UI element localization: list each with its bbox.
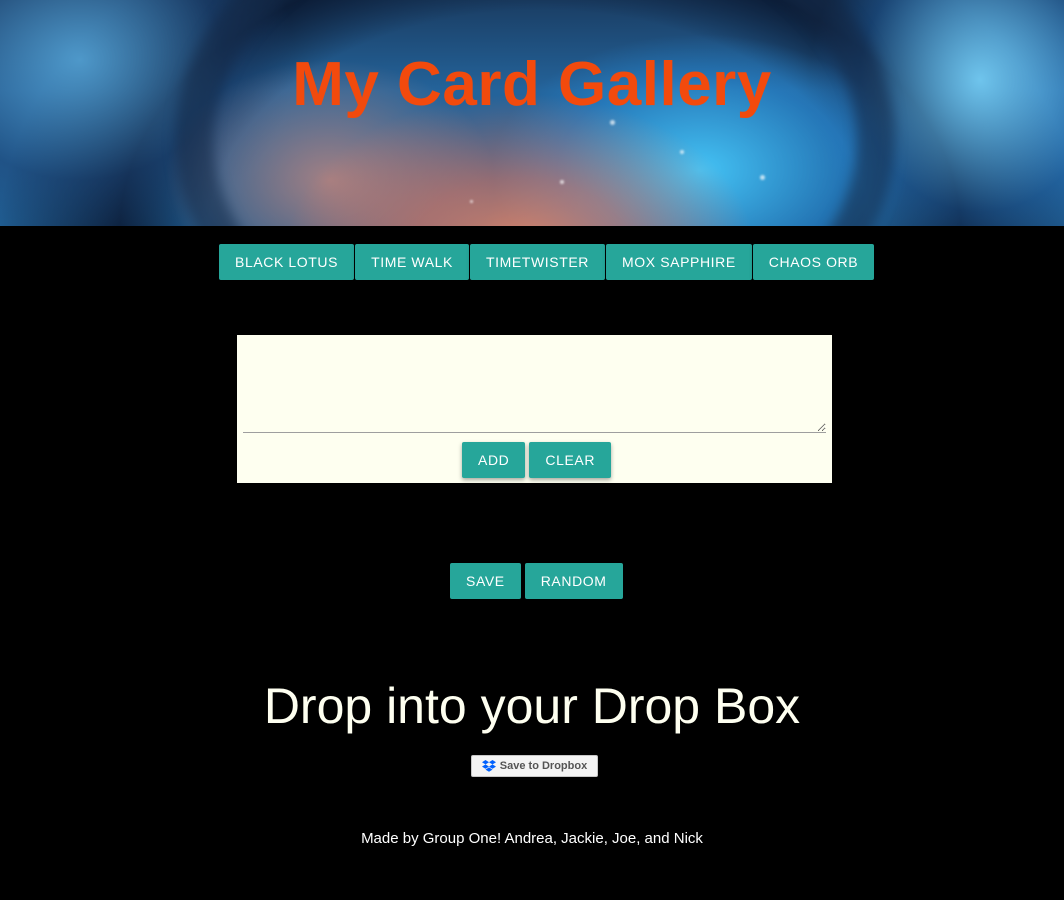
save-to-dropbox-button[interactable]: Save to Dropbox	[471, 755, 598, 777]
black-lotus-button[interactable]: BLACK LOTUS	[219, 244, 355, 280]
card-input-actions: ADD CLEAR	[462, 442, 612, 478]
save-button[interactable]: SAVE	[450, 563, 521, 599]
hero-sparkle	[560, 180, 564, 184]
time-walk-button[interactable]: TIME WALK	[355, 244, 469, 280]
timetwister-button[interactable]: TIMETWISTER	[469, 244, 606, 280]
random-button[interactable]: RANDOM	[524, 563, 623, 599]
hero-sparkle	[470, 200, 473, 203]
chaos-orb-button[interactable]: CHAOS ORB	[752, 244, 875, 280]
hero-sparkle	[760, 175, 765, 180]
hero-sparkle	[680, 150, 684, 154]
page-title: My Card Gallery	[292, 50, 772, 119]
card-nav: BLACK LOTUS TIME WALK TIMETWISTER MOX SA…	[219, 244, 875, 280]
dropbox-icon	[481, 759, 496, 773]
card-text-input[interactable]	[243, 335, 826, 433]
gallery-actions: SAVE RANDOM	[450, 563, 623, 599]
card-input-panel: ADD CLEAR	[237, 335, 832, 483]
clear-button[interactable]: CLEAR	[529, 442, 612, 478]
add-button[interactable]: ADD	[462, 442, 526, 478]
hero-sparkle	[610, 120, 615, 125]
save-to-dropbox-label: Save to Dropbox	[499, 760, 588, 772]
footer-credits: Made by Group One! Andrea, Jackie, Joe, …	[361, 830, 703, 847]
dropbox-heading: Drop into your Drop Box	[263, 678, 801, 734]
hero-banner: My Card Gallery	[0, 0, 1064, 226]
mox-sapphire-button[interactable]: MOX SAPPHIRE	[606, 244, 752, 280]
